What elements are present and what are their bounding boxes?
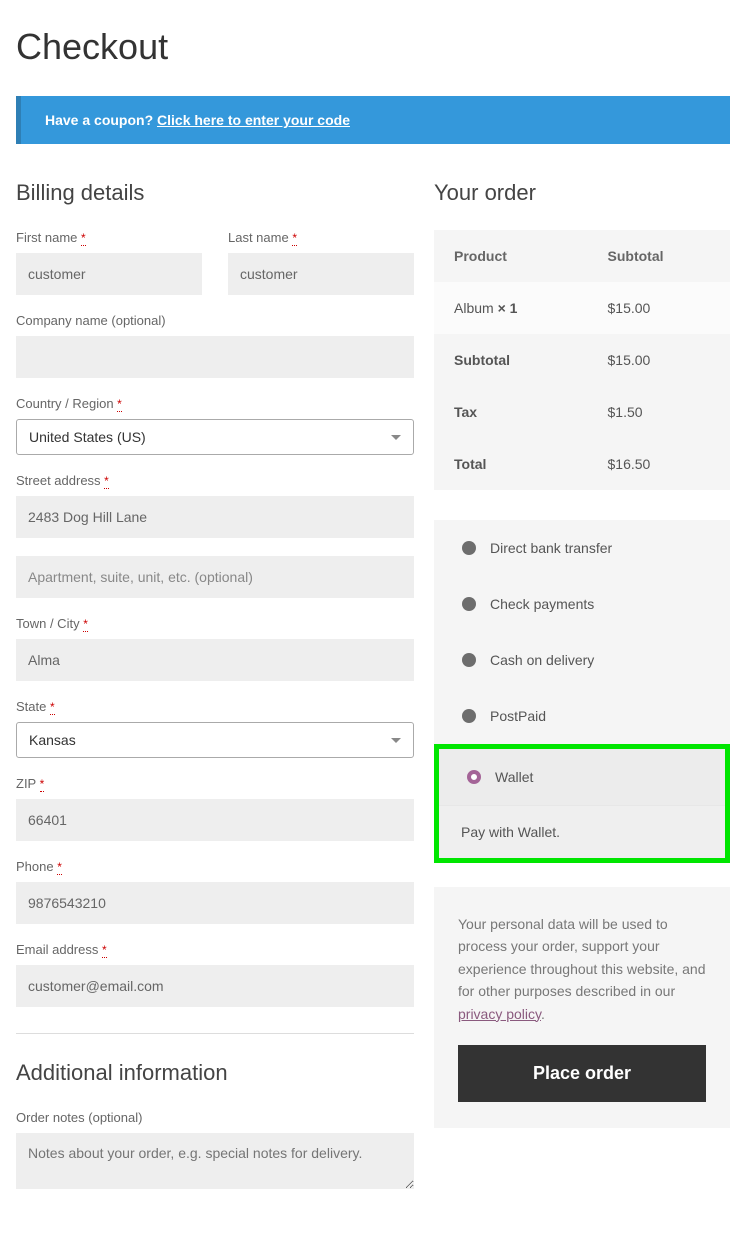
tax-value: $1.50	[588, 386, 730, 438]
street-label: Street address *	[16, 473, 414, 488]
radio-icon	[462, 541, 476, 555]
city-input[interactable]	[16, 639, 414, 681]
radio-selected-icon	[467, 770, 481, 784]
radio-icon	[462, 709, 476, 723]
radio-icon	[462, 653, 476, 667]
privacy-section: Your personal data will be used to proce…	[434, 887, 730, 1128]
email-label: Email address *	[16, 942, 414, 957]
privacy-policy-link[interactable]: privacy policy	[458, 1006, 541, 1022]
payment-methods: Direct bank transfer Check payments Cash…	[434, 520, 730, 863]
first-name-input[interactable]	[16, 253, 202, 295]
billing-heading: Billing details	[16, 180, 414, 206]
street2-input[interactable]	[16, 556, 414, 598]
zip-input[interactable]	[16, 799, 414, 841]
order-table: Product Subtotal Album × 1 $15.00 Subtot…	[434, 230, 730, 490]
zip-label: ZIP *	[16, 776, 414, 791]
col-product: Product	[434, 230, 588, 282]
payment-bank[interactable]: Direct bank transfer	[434, 520, 730, 576]
chevron-down-icon	[391, 435, 401, 440]
col-subtotal: Subtotal	[588, 230, 730, 282]
item-price: $15.00	[588, 282, 730, 334]
country-select[interactable]: United States (US)	[16, 419, 414, 455]
table-row: Subtotal $15.00	[434, 334, 730, 386]
total-label: Total	[434, 438, 588, 490]
tax-label: Tax	[434, 386, 588, 438]
city-label: Town / City *	[16, 616, 414, 631]
order-heading: Your order	[434, 180, 730, 206]
phone-label: Phone *	[16, 859, 414, 874]
subtotal-label: Subtotal	[434, 334, 588, 386]
subtotal-value: $15.00	[588, 334, 730, 386]
payment-check[interactable]: Check payments	[434, 576, 730, 632]
company-label: Company name (optional)	[16, 313, 414, 328]
privacy-text: Your personal data will be used to proce…	[458, 913, 706, 1025]
wallet-description: Pay with Wallet.	[439, 805, 725, 858]
email-input[interactable]	[16, 965, 414, 1007]
table-row: Total $16.50	[434, 438, 730, 490]
payment-label: Wallet	[495, 769, 533, 785]
notes-textarea[interactable]	[16, 1133, 414, 1189]
last-name-label: Last name *	[228, 230, 414, 245]
state-select[interactable]: Kansas	[16, 722, 414, 758]
payment-label: PostPaid	[490, 708, 546, 724]
payment-wallet-highlight: Wallet Pay with Wallet.	[434, 744, 730, 863]
divider	[16, 1033, 414, 1034]
street-input[interactable]	[16, 496, 414, 538]
chevron-down-icon	[391, 738, 401, 743]
payment-label: Check payments	[490, 596, 594, 612]
radio-icon	[462, 597, 476, 611]
last-name-input[interactable]	[228, 253, 414, 295]
item-name: Album	[454, 300, 498, 316]
state-value: Kansas	[29, 732, 76, 748]
first-name-label: First name *	[16, 230, 202, 245]
table-row: Tax $1.50	[434, 386, 730, 438]
payment-wallet[interactable]: Wallet	[439, 749, 725, 805]
item-qty: × 1	[498, 300, 518, 316]
country-label: Country / Region *	[16, 396, 414, 411]
place-order-button[interactable]: Place order	[458, 1045, 706, 1102]
coupon-prompt: Have a coupon?	[45, 112, 157, 128]
coupon-banner: Have a coupon? Click here to enter your …	[16, 96, 730, 144]
country-value: United States (US)	[29, 429, 146, 445]
table-row: Album × 1 $15.00	[434, 282, 730, 334]
state-label: State *	[16, 699, 414, 714]
company-input[interactable]	[16, 336, 414, 378]
payment-label: Direct bank transfer	[490, 540, 612, 556]
additional-heading: Additional information	[16, 1060, 414, 1086]
coupon-link[interactable]: Click here to enter your code	[157, 112, 350, 128]
phone-input[interactable]	[16, 882, 414, 924]
payment-postpaid[interactable]: PostPaid	[434, 688, 730, 744]
total-value: $16.50	[588, 438, 730, 490]
payment-label: Cash on delivery	[490, 652, 594, 668]
payment-cod[interactable]: Cash on delivery	[434, 632, 730, 688]
page-title: Checkout	[16, 26, 730, 68]
notes-label: Order notes (optional)	[16, 1110, 414, 1125]
